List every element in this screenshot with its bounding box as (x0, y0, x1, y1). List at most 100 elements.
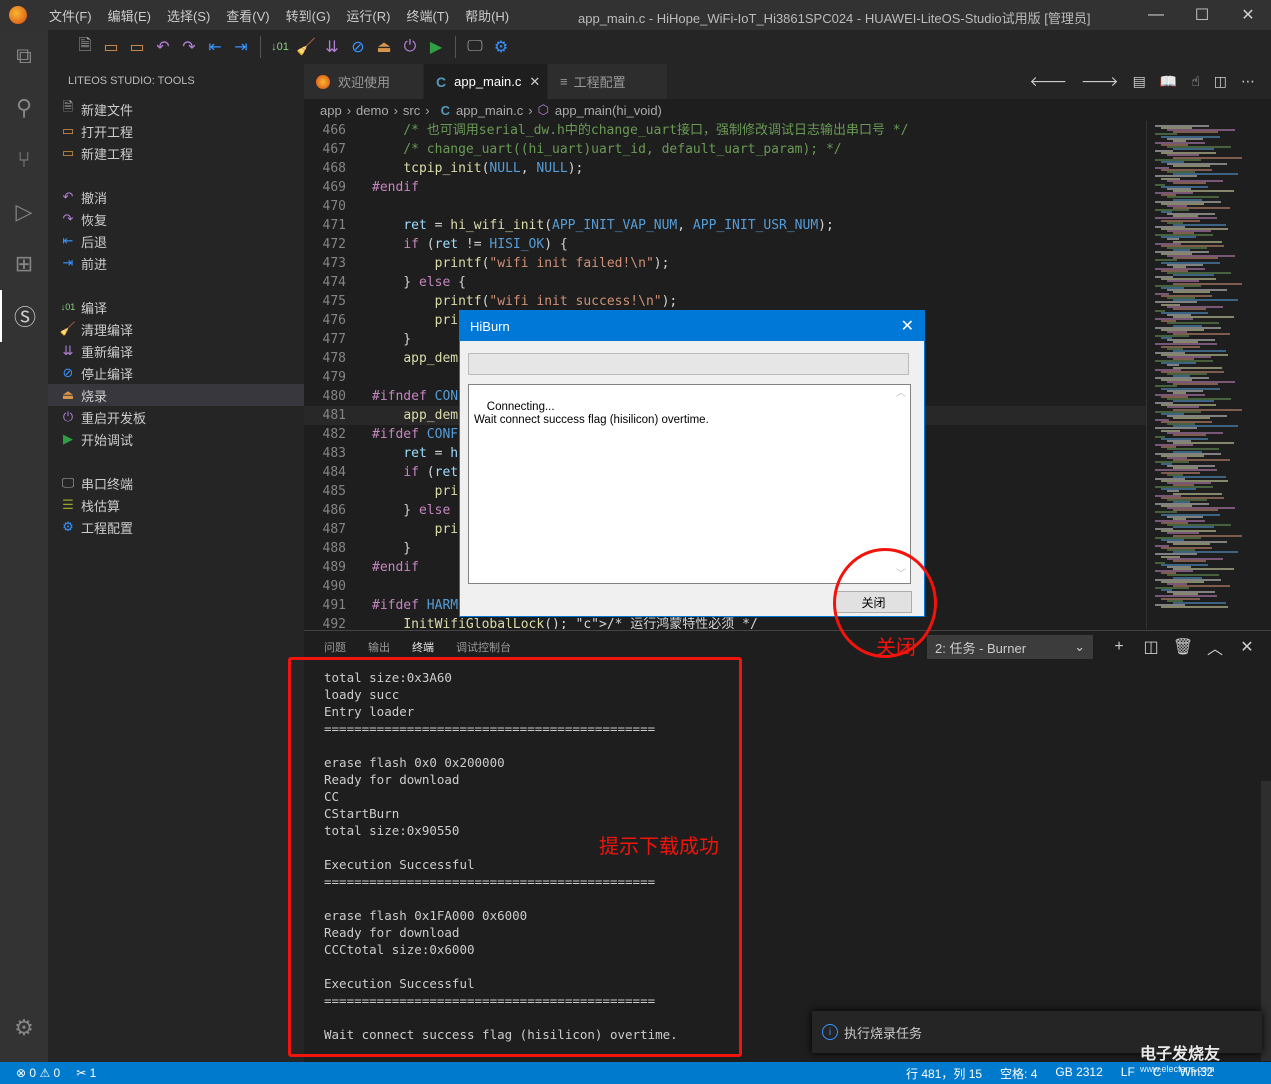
code-text: if (ret != HISI_OK) { (403, 237, 568, 252)
indentation[interactable]: 空格: 4 (1000, 1065, 1037, 1082)
code-line[interactable]: 473 printf("wifi init failed!\n"); (304, 254, 1146, 273)
panel-tab-output[interactable]: 输出 (368, 639, 390, 655)
settings-gear-icon[interactable]: ⚙ (0, 1002, 48, 1054)
tab-project-config[interactable]: ≡ 工程配置 (548, 64, 668, 99)
sidebar-item-stop-build[interactable]: ⊘ 停止编译 (48, 362, 304, 384)
trash-icon[interactable]: 🗑 (1167, 637, 1199, 657)
sidebar-item-back[interactable]: ⇤ 后退 (48, 230, 304, 252)
book-icon[interactable]: 📖 (1160, 73, 1177, 90)
close-panel-icon[interactable]: ✕ (1231, 637, 1263, 657)
code-line[interactable]: 471 ret = hi_wifi_init(APP_INIT_VAP_NUM,… (304, 216, 1146, 235)
start-debug-icon[interactable]: ▶ (423, 34, 449, 60)
more-actions-icon[interactable]: ⋯ (1241, 73, 1255, 90)
menu-file[interactable]: 文件(F) (41, 6, 100, 25)
code-line[interactable]: 467 /* change_uart((hi_uart)uart_id, def… (304, 140, 1146, 159)
cursor-position[interactable]: 行 481，列 15 (906, 1065, 982, 1082)
redo-icon[interactable]: ↷ (176, 34, 202, 60)
sidebar-item-start-debug[interactable]: ▶ 开始调试 (48, 428, 304, 450)
menu-selection[interactable]: 选择(S) (159, 6, 218, 25)
sidebar-item-reset-board[interactable]: ⏻ 重启开发板 (48, 406, 304, 428)
panel-tab-problems[interactable]: 问题 (324, 639, 346, 655)
minimize-button[interactable]: — (1133, 0, 1179, 30)
terminal-select[interactable]: 2: 任务 - Burner ⌄ (927, 635, 1093, 659)
sidebar-item-burn[interactable]: ⏏ 烧录 (48, 384, 304, 406)
line-ending[interactable]: LF (1121, 1065, 1135, 1082)
code-line[interactable]: 468 tcpip_init(NULL, NULL); (304, 159, 1146, 178)
terminal-scrollbar[interactable] (1261, 781, 1271, 1061)
explorer-icon[interactable]: ⧉ (0, 30, 48, 82)
menu-goto[interactable]: 转到(G) (278, 6, 339, 25)
touch-icon[interactable]: ☝ (1191, 73, 1200, 90)
menu-terminal[interactable]: 终端(T) (398, 6, 457, 25)
open-project-icon[interactable]: ▭ (98, 34, 124, 60)
code-line[interactable]: 492 InitWifiGlobalLock(); "c">/* 运行鸿蒙特性必… (304, 615, 1146, 629)
breadcrumb-item[interactable]: demo (356, 103, 389, 118)
code-line[interactable]: 469 #endif (304, 178, 1146, 197)
panel-tab-debug-console[interactable]: 调试控制台 (456, 639, 511, 655)
menu-edit[interactable]: 编辑(E) (100, 6, 159, 25)
breadcrumb-item[interactable]: app_main.c (456, 103, 523, 118)
sidebar-item-clean-build[interactable]: 🧹 清理编译 (48, 318, 304, 340)
split-editor-icon[interactable]: ◫ (1214, 73, 1227, 90)
open-preview-icon[interactable]: ▤ (1133, 73, 1146, 90)
sidebar-item-rebuild[interactable]: ⇊ 重新编译 (48, 340, 304, 362)
maximize-panel-icon[interactable]: ︿ (1199, 635, 1231, 659)
serial-terminal-icon[interactable]: 🖵 (462, 34, 488, 60)
sidebar-item-project-config[interactable]: ⚙ 工程配置 (48, 516, 304, 538)
split-terminal-icon[interactable]: ◫ (1135, 637, 1167, 657)
sidebar-item-new-project[interactable]: ▭ 新建工程 (48, 142, 304, 164)
forward-icon[interactable]: ⇥ (228, 34, 254, 60)
minimap[interactable] (1146, 121, 1271, 629)
tab-app-main[interactable]: Capp_main.c ✕ (424, 64, 548, 99)
stop-build-icon[interactable]: ⊘ (345, 34, 371, 60)
new-file-icon[interactable]: 🗎 (72, 34, 98, 60)
rebuild-icon[interactable]: ⇊ (319, 34, 345, 60)
sidebar-item-build[interactable]: ↓01 编译 (48, 296, 304, 318)
new-project-icon[interactable]: ▭ (124, 34, 150, 60)
burn-icon[interactable]: ⏏ (371, 34, 397, 60)
build-icon[interactable]: ↓01 (267, 34, 293, 60)
tools-sidebar: LITEOS STUDIO: TOOLS 🗎 新建文件 ▭ 打开工程 ▭ 新建工程 ↶… (48, 64, 304, 1062)
source-control-icon[interactable]: ⑂ (0, 134, 48, 186)
breadcrumb-item[interactable]: src (403, 103, 420, 118)
new-terminal-icon[interactable]: + (1103, 638, 1135, 656)
encoding[interactable]: GB 2312 (1055, 1065, 1102, 1082)
breadcrumb-item[interactable]: app (320, 103, 342, 118)
navigate-forward-icon[interactable]: 🡒 (1081, 73, 1119, 90)
sidebar-item-undo[interactable]: ↶ 撤消 (48, 186, 304, 208)
reset-board-icon[interactable]: ⏻ (397, 34, 423, 60)
breadcrumb-item[interactable]: app_main(hi_void) (555, 103, 662, 118)
liteos-tools-icon[interactable]: Ⓢ (0, 290, 48, 342)
problems-status[interactable]: ⊗ 0 ⚠ 0 (16, 1066, 60, 1080)
navigate-back-icon[interactable]: 🡐 (1029, 73, 1067, 90)
code-line[interactable]: 470 (304, 197, 1146, 216)
maximize-button[interactable]: ☐ (1179, 0, 1225, 30)
code-line[interactable]: 475 printf("wifi init success!\n"); (304, 292, 1146, 311)
search-icon[interactable]: ⚲ (0, 82, 48, 134)
sidebar-item-forward[interactable]: ⇥ 前进 (48, 252, 304, 274)
extensions-icon[interactable]: ⊞ (0, 238, 48, 290)
back-icon[interactable]: ⇤ (202, 34, 228, 60)
code-line[interactable]: 472 if (ret != HISI_OK) { (304, 235, 1146, 254)
sidebar-item-serial-terminal[interactable]: 🖵 串口终端 (48, 472, 304, 494)
project-config-icon[interactable]: ⚙ (488, 34, 514, 60)
sidebar-item-new-file[interactable]: 🗎 新建文件 (48, 98, 304, 120)
sidebar-item-stack-estimate[interactable]: ☰ 栈估算 (48, 494, 304, 516)
panel-tab-terminal[interactable]: 终端 (412, 639, 434, 655)
sidebar-item-open-project[interactable]: ▭ 打开工程 (48, 120, 304, 142)
tasks-status[interactable]: ✂ 1 (76, 1066, 96, 1080)
dialog-close-icon[interactable]: ✕ (901, 316, 914, 336)
menu-run[interactable]: 运行(R) (338, 6, 398, 25)
menu-help[interactable]: 帮助(H) (457, 6, 517, 25)
burn-log[interactable]: Connecting... Wait connect success flag … (468, 384, 911, 584)
sidebar-item-redo[interactable]: ↷ 恢复 (48, 208, 304, 230)
tab-welcome[interactable]: 欢迎使用 (304, 64, 424, 99)
menu-view[interactable]: 查看(V) (218, 6, 277, 25)
undo-icon[interactable]: ↶ (150, 34, 176, 60)
close-window-button[interactable]: ✕ (1225, 0, 1271, 30)
code-line[interactable]: 466 /* 也可调用serial_dw.h中的change_uart接口，强制… (304, 121, 1146, 140)
run-debug-icon[interactable]: ▷ (0, 186, 48, 238)
clean-build-icon[interactable]: 🧹 (293, 34, 319, 60)
close-tab-icon[interactable]: ✕ (529, 74, 540, 90)
code-line[interactable]: 474 } else { (304, 273, 1146, 292)
